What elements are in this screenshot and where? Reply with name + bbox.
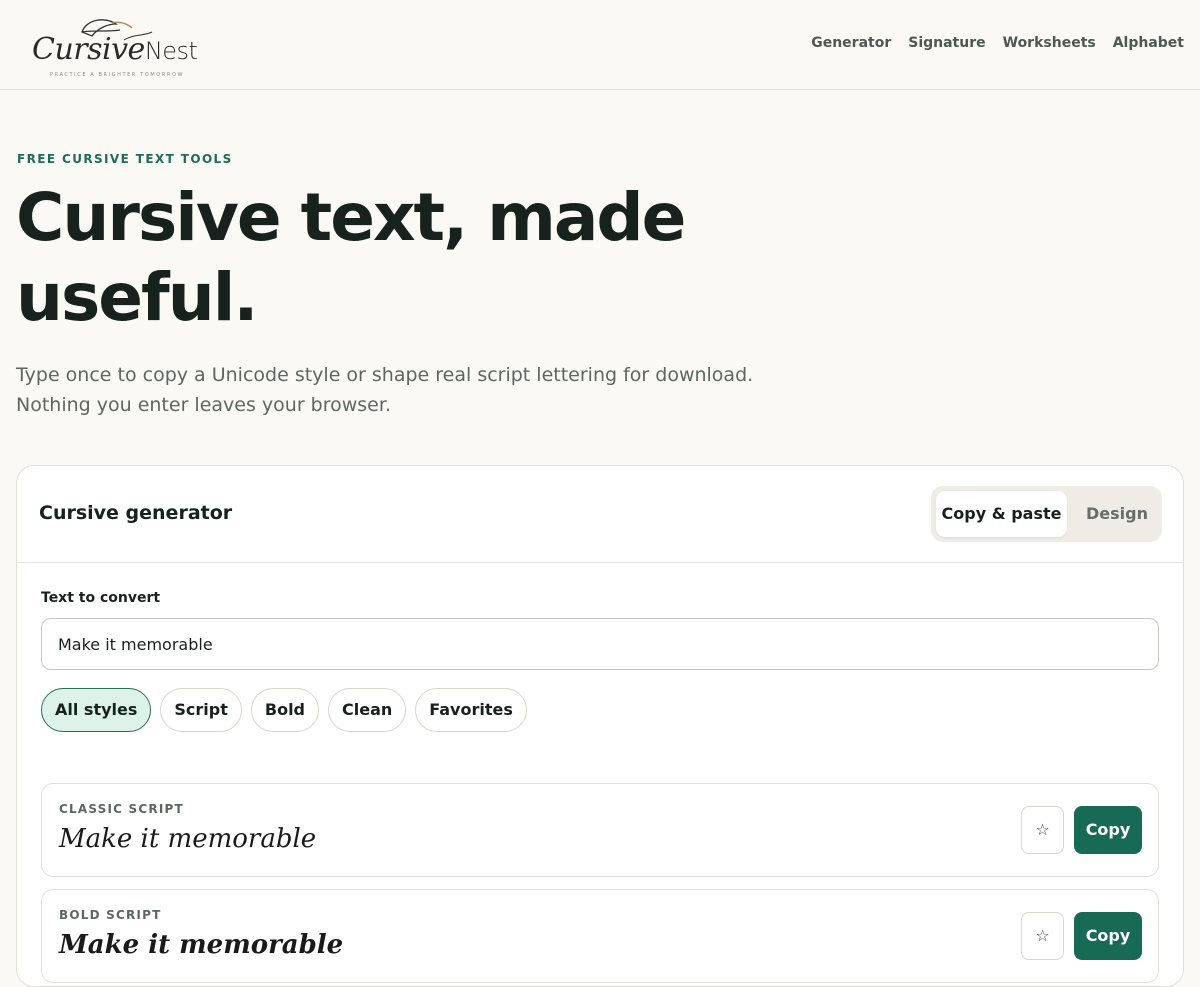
mode-design-button[interactable]: Design xyxy=(1077,491,1157,537)
nav-worksheets[interactable]: Worksheets xyxy=(1003,35,1096,51)
star-icon[interactable]: ☆ xyxy=(1021,912,1064,960)
generator-card: Cursive generator Copy & paste Design Te… xyxy=(16,465,1184,987)
hero-title: Cursive text, made useful. xyxy=(16,179,686,336)
result-card-bold-script: BOLD SCRIPT Make it memorable ☆ Copy xyxy=(41,889,1159,983)
site-header: CursiveNest PRACTICE A BRIGHTER TOMORROW… xyxy=(0,0,1200,90)
filter-clean[interactable]: Clean xyxy=(328,688,407,732)
result-card-classic-script: CLASSIC SCRIPT Make it memorable ☆ Copy xyxy=(41,783,1159,877)
site-logo[interactable]: CursiveNest PRACTICE A BRIGHTER TOMORROW xyxy=(20,6,198,84)
star-icon[interactable]: ☆ xyxy=(1021,806,1064,854)
filter-bold[interactable]: Bold xyxy=(250,688,319,732)
filter-script[interactable]: Script xyxy=(160,688,242,732)
generator-card-header: Cursive generator Copy & paste Design xyxy=(17,466,1183,563)
style-filter-chips: All styles Script Bold Clean Favorites xyxy=(41,688,527,732)
hero-eyebrow: FREE CURSIVE TEXT TOOLS xyxy=(17,152,233,166)
mode-copy-paste-button[interactable]: Copy & paste xyxy=(936,491,1067,537)
logo-wordmark: CursiveNest xyxy=(32,32,198,67)
nav-signature[interactable]: Signature xyxy=(908,35,985,51)
copy-button[interactable]: Copy xyxy=(1074,912,1142,960)
generator-title: Cursive generator xyxy=(39,502,233,524)
hero-subtitle-line-1: Type once to copy a Unicode style or sha… xyxy=(16,364,754,386)
result-style-label: BOLD SCRIPT xyxy=(59,908,162,922)
result-preview-text[interactable]: Make it memorable xyxy=(59,930,343,960)
text-input-label: Text to convert xyxy=(41,590,161,606)
filter-favorites[interactable]: Favorites xyxy=(415,688,527,732)
filter-all-styles[interactable]: All styles xyxy=(41,688,152,732)
main-nav: Generator Signature Worksheets Alphabet xyxy=(811,35,1184,51)
result-preview-text[interactable]: Make it memorable xyxy=(59,824,316,854)
hero-subtitle-line-2: Nothing you enter leaves your browser. xyxy=(16,394,391,416)
mode-toggle: Copy & paste Design xyxy=(931,486,1162,542)
nav-alphabet[interactable]: Alphabet xyxy=(1113,35,1184,51)
logo-tagline: PRACTICE A BRIGHTER TOMORROW xyxy=(50,72,185,78)
result-style-label: CLASSIC SCRIPT xyxy=(59,802,184,816)
nav-generator[interactable]: Generator xyxy=(811,35,891,51)
copy-button[interactable]: Copy xyxy=(1074,806,1142,854)
text-to-convert-input[interactable] xyxy=(41,618,1159,670)
hero-subtitle: Type once to copy a Unicode style or sha… xyxy=(16,360,776,420)
